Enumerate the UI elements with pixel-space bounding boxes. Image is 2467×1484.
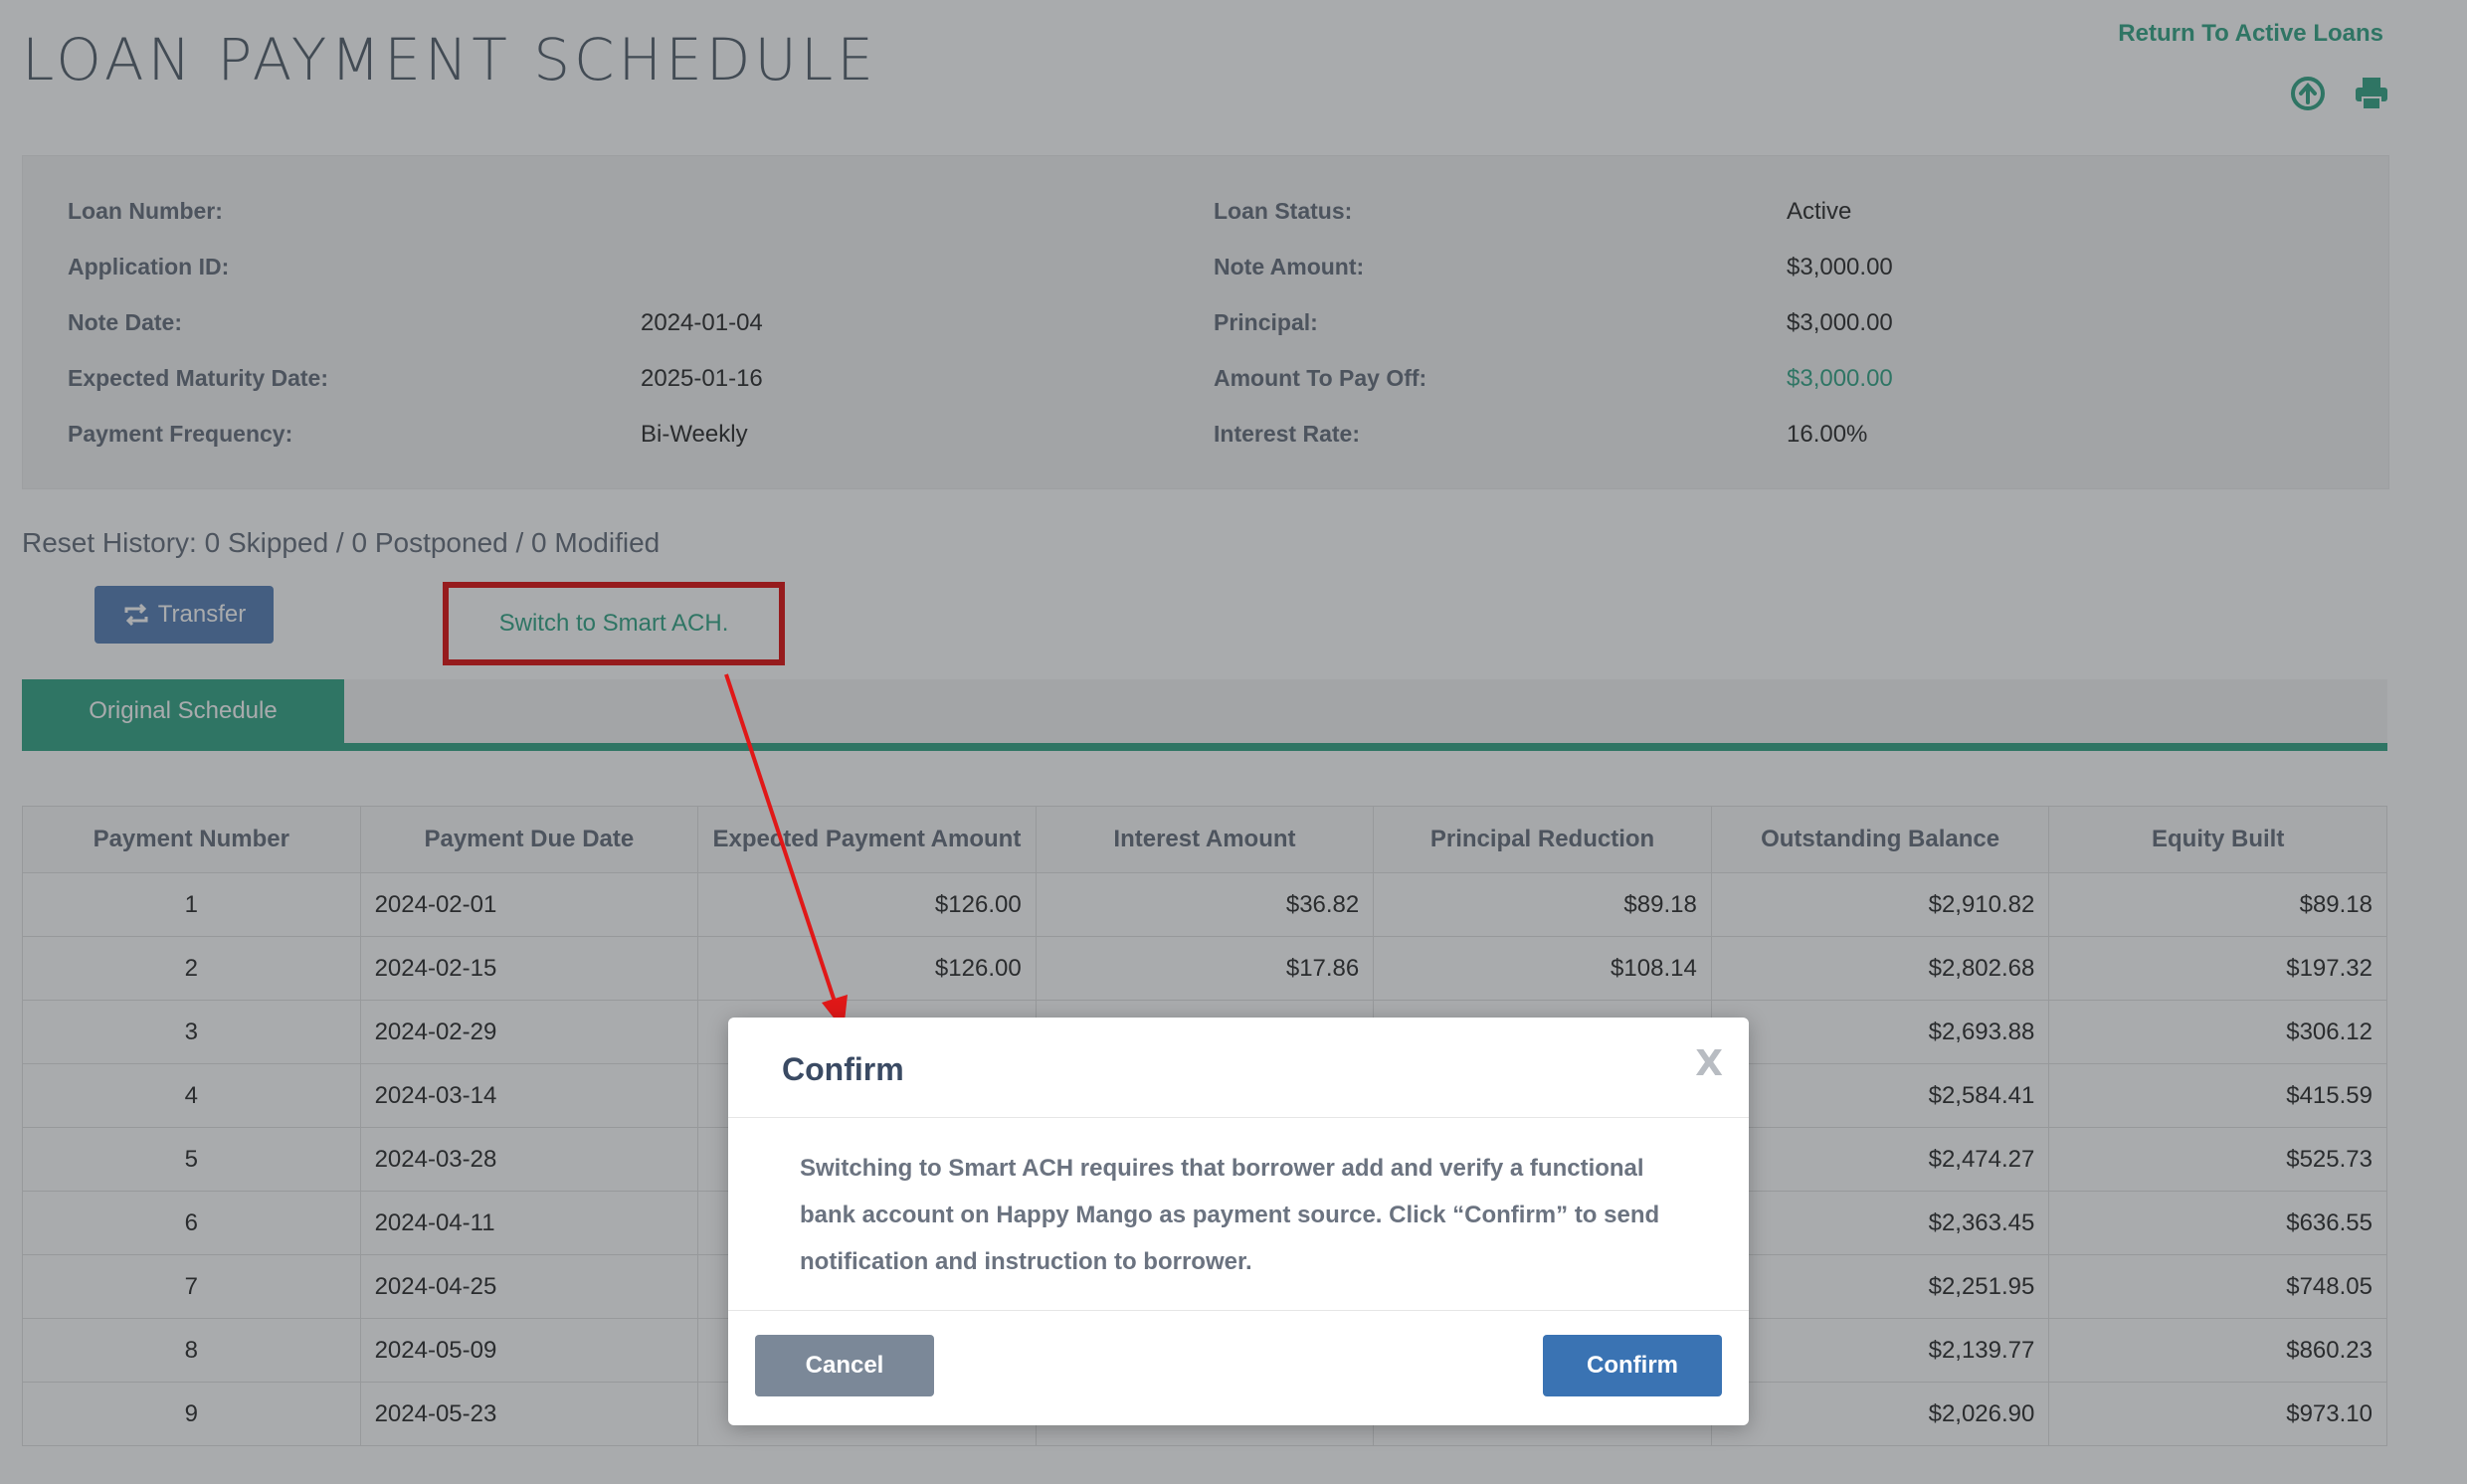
cancel-button[interactable]: Cancel <box>755 1335 934 1396</box>
dialog-message: Switching to Smart ACH requires that bor… <box>800 1155 1660 1275</box>
confirm-button[interactable]: Confirm <box>1543 1335 1722 1396</box>
dialog-header: Confirm X <box>728 1018 1749 1118</box>
close-icon[interactable]: X <box>1695 1043 1723 1084</box>
confirm-dialog: Confirm X Switching to Smart ACH require… <box>728 1018 1749 1425</box>
dialog-title: Confirm <box>782 1051 904 1087</box>
dialog-footer: Cancel Confirm <box>728 1310 1749 1426</box>
loan-schedule-page: LOAN PAYMENT SCHEDULE Return To Active L… <box>0 0 2467 1484</box>
